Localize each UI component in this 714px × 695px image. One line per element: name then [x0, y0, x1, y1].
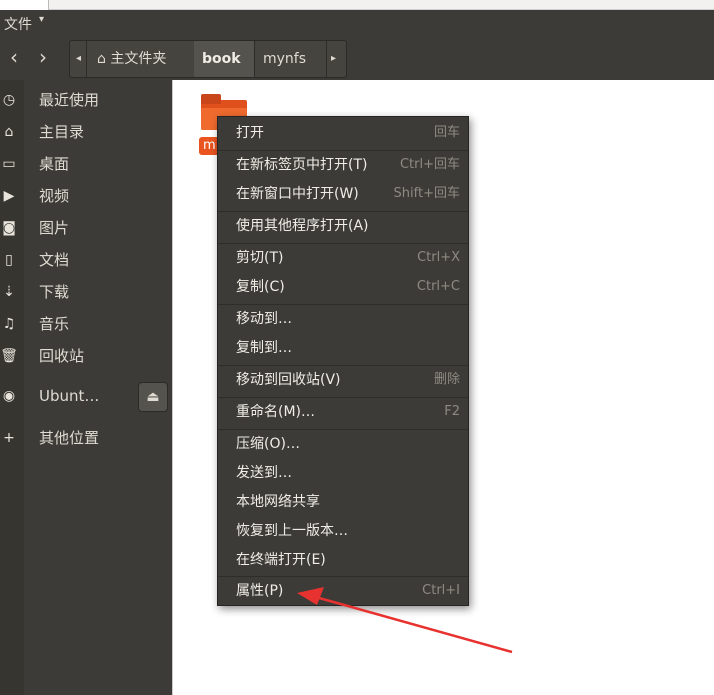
annotation-arrow-head: [297, 587, 324, 605]
annotation-arrow-line: [311, 594, 513, 654]
annotation-arrow: [297, 587, 513, 654]
